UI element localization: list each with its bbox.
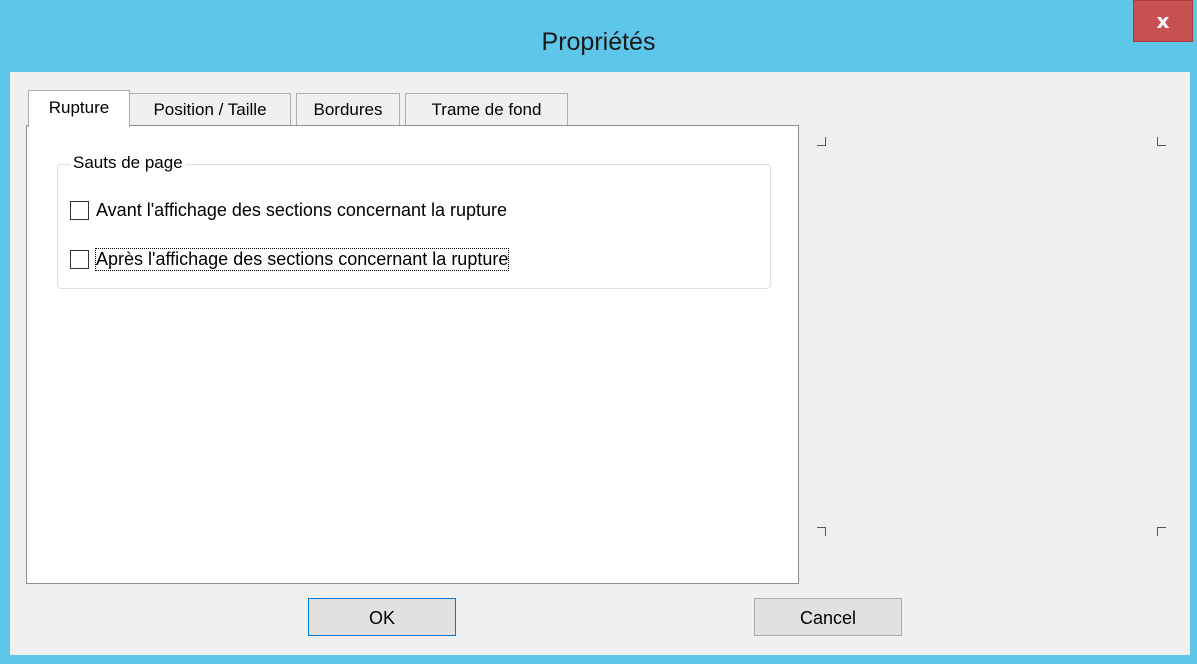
preview-corner-bottom-right	[1157, 527, 1166, 536]
close-button[interactable]: x	[1133, 0, 1193, 42]
ok-button[interactable]: OK	[308, 598, 456, 636]
cancel-button[interactable]: Cancel	[754, 598, 902, 636]
before-break-label[interactable]: Avant l'affichage des sections concernan…	[96, 200, 507, 221]
after-break-checkbox[interactable]	[70, 249, 89, 269]
tab-rupture[interactable]: Rupture	[28, 90, 130, 127]
before-break-checkbox[interactable]	[70, 200, 89, 220]
tab-position-taille[interactable]: Position / Taille	[129, 93, 291, 125]
title-bar[interactable]: Propriétés x	[0, 0, 1197, 72]
after-break-option[interactable]: Après l'affichage des sections concernan…	[70, 246, 510, 272]
window-title: Propriétés	[541, 28, 656, 56]
preview-corner-top-right	[1157, 137, 1166, 146]
preview-corner-top-left	[817, 137, 826, 146]
preview-corner-bottom-left	[817, 527, 826, 536]
dialog-client-area: Rupture Position / Taille Bordures Trame…	[10, 72, 1190, 655]
properties-dialog: Propriétés x Rupture Position / Taille B…	[0, 0, 1197, 664]
tab-trame-de-fond[interactable]: Trame de fond	[405, 93, 568, 125]
close-icon: x	[1156, 9, 1170, 33]
tab-bordures[interactable]: Bordures	[296, 93, 400, 125]
tab-panel-rupture: Sauts de page Avant l'affichage des sect…	[26, 125, 799, 584]
before-break-option[interactable]: Avant l'affichage des sections concernan…	[70, 197, 507, 223]
page-breaks-legend: Sauts de page	[70, 153, 186, 173]
after-break-label[interactable]: Après l'affichage des sections concernan…	[94, 247, 510, 271]
